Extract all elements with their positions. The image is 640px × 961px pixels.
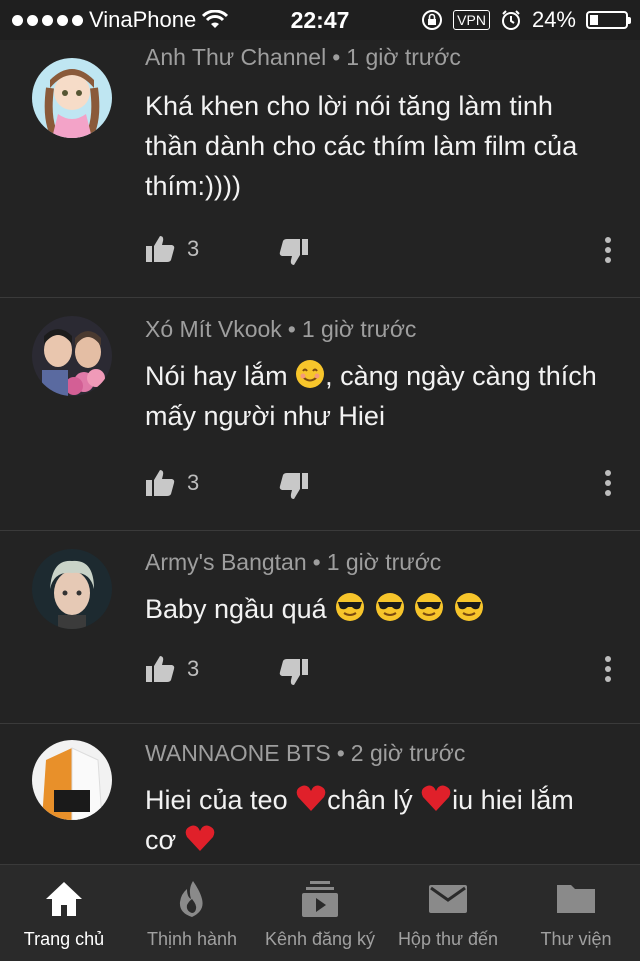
like-count: 3 xyxy=(187,470,200,495)
avatar[interactable] xyxy=(32,58,112,138)
battery-percent: 24% xyxy=(531,7,576,32)
comment-author[interactable]: Xó Mít Vkook xyxy=(145,316,282,342)
more-options-icon[interactable] xyxy=(604,656,612,682)
comment-item: WANNAONE BTS • 2 giờ trước Hiei của teo ch… xyxy=(0,724,640,864)
comment-meta: WANNAONE BTS • 2 giờ trước xyxy=(145,740,466,766)
like-count: 3 xyxy=(187,656,200,681)
flame-icon xyxy=(179,881,203,917)
comment-meta: Anh Thư Channel • 1 giờ trước xyxy=(145,44,461,70)
comment-time: 1 giờ trước xyxy=(346,44,461,70)
tab-label: Kênh đăng ký xyxy=(264,929,376,949)
comment-text: Baby ngầu quá xyxy=(145,589,610,629)
tab-label: Trang chủ xyxy=(23,929,105,949)
dislike-icon[interactable] xyxy=(279,658,309,686)
tab-home[interactable]: Trang chủ xyxy=(0,865,128,961)
rotation-lock-icon xyxy=(422,10,443,30)
avatar[interactable] xyxy=(32,316,112,396)
sunglasses-emoji-icon xyxy=(454,593,483,621)
comment-meta: Army's Bangtan • 1 giờ trước xyxy=(145,549,442,575)
like-icon[interactable] xyxy=(145,469,175,497)
folder-icon xyxy=(557,885,595,913)
alarm-icon xyxy=(501,10,520,30)
comment-time: 1 giờ trước xyxy=(326,549,442,575)
like-count: 3 xyxy=(187,236,200,261)
like-icon[interactable] xyxy=(145,655,175,683)
comment-meta: Xó Mít Vkook • 1 giờ trước xyxy=(145,316,417,342)
tab-trending[interactable]: Thịnh hành xyxy=(128,865,256,961)
sunglasses-emoji-icon xyxy=(336,593,365,621)
like-icon[interactable] xyxy=(145,235,175,263)
comment-list[interactable]: Anh Thư Channel • 1 giờ trước Khá khen cho… xyxy=(0,40,640,864)
heart-emoji-icon xyxy=(185,825,215,851)
comment-time: 2 giờ trước xyxy=(350,740,466,766)
dislike-icon[interactable] xyxy=(279,238,309,266)
sunglasses-emoji-icon xyxy=(415,593,444,621)
tab-inbox[interactable]: Hộp thư đến xyxy=(384,865,512,961)
avatar[interactable] xyxy=(32,740,112,820)
mail-icon xyxy=(429,885,467,913)
comment-author[interactable]: Anh Thư Channel xyxy=(145,44,326,70)
tab-label: Thịnh hành xyxy=(146,929,238,949)
more-options-icon[interactable] xyxy=(604,237,612,263)
comment-text: Khá khen cho lời nói tăng làm tinh thần … xyxy=(145,91,578,201)
more-options-icon[interactable] xyxy=(604,470,612,496)
comment-author[interactable]: Army's Bangtan xyxy=(145,549,307,575)
comment-text: Nói hay lắm , càng ngày càng thích mấy n… xyxy=(145,360,597,431)
battery-icon xyxy=(586,11,631,29)
avatar[interactable] xyxy=(32,549,112,629)
home-icon xyxy=(46,882,82,916)
tab-label: Hộp thư đến xyxy=(397,929,499,949)
vpn-badge: VPN xyxy=(453,10,490,30)
comment-text: Hiei của teo chân lý iu hiei lắm cơ xyxy=(145,785,574,855)
sunglasses-emoji-icon xyxy=(375,593,404,621)
comment-time: 1 giờ trước xyxy=(301,316,417,342)
smiling-face-emoji-icon xyxy=(296,360,325,388)
comment-item: Xó Mít Vkook • 1 giờ trước Nói hay lắm , c… xyxy=(0,298,640,531)
status-bar: VinaPhone 22:47 VPN 24% xyxy=(0,0,640,40)
heart-emoji-icon xyxy=(296,785,326,811)
tab-label: Thư viện xyxy=(540,929,612,949)
comment-item: Anh Thư Channel • 1 giờ trước Khá khen cho… xyxy=(0,40,640,298)
tab-subscriptions[interactable]: Kênh đăng ký xyxy=(256,865,384,961)
comment-item: Army's Bangtan • 1 giờ trước Baby ngầu quá… xyxy=(0,531,640,724)
dislike-icon[interactable] xyxy=(279,472,309,500)
bottom-tab-bar: Trang chủ Thịnh hành Kênh đăng ký Hộp th… xyxy=(0,864,640,961)
subscriptions-icon xyxy=(302,881,338,917)
heart-emoji-icon xyxy=(421,785,451,811)
comment-author[interactable]: WANNAONE BTS xyxy=(145,740,331,766)
tab-library[interactable]: Thư viện xyxy=(512,865,640,961)
